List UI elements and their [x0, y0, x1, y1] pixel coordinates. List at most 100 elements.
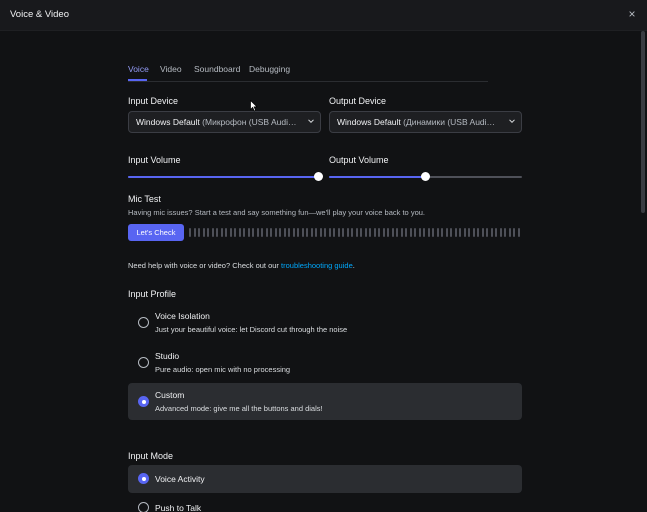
help-text-suffix: . [352, 261, 355, 270]
meter-bar [279, 228, 281, 237]
meter-bar [414, 228, 416, 237]
meter-bar [211, 228, 214, 237]
meter-bar [328, 228, 331, 237]
profile-option-studio[interactable]: Studio Pure audio: open mic with no proc… [128, 345, 522, 381]
radio-voice-isolation[interactable] [138, 317, 149, 328]
meter-bar [427, 228, 430, 237]
output-device-detail: (Динамики (USB Audi… [403, 117, 496, 127]
meter-bar [454, 228, 457, 237]
meter-bar [225, 228, 227, 237]
meter-bar [261, 228, 263, 237]
meter-bar [288, 228, 290, 237]
active-tab-indicator [128, 79, 147, 81]
input-volume-label: Input Volume [128, 155, 181, 165]
mode-option-push-to-talk[interactable]: Push to Talk [128, 496, 522, 512]
meter-bar [481, 228, 484, 237]
meter-bar [369, 228, 371, 237]
meter-bar [333, 228, 335, 237]
meter-bar [265, 228, 268, 237]
input-volume-fill [128, 176, 318, 178]
meter-bar [409, 228, 412, 237]
input-device-value: Windows Default [136, 117, 200, 127]
meter-bar [319, 228, 322, 237]
meter-bar [346, 228, 349, 237]
scrollbar-thumb[interactable] [641, 31, 645, 213]
meter-bar [373, 228, 376, 237]
input-device-label: Input Device [128, 96, 179, 106]
output-device-select[interactable]: Windows Default (Динамики (USB Audi… [329, 111, 522, 133]
window-title: Voice & Video [10, 9, 69, 20]
output-device-value: Windows Default [337, 117, 401, 127]
meter-bar [297, 228, 299, 237]
tab-video[interactable]: Video [160, 64, 182, 74]
output-volume-label: Output Volume [329, 155, 389, 165]
help-text-body: Need help with voice or video? Check out… [128, 261, 282, 270]
troubleshooting-link[interactable]: troubleshooting guide [281, 261, 353, 270]
radio-push-to-talk[interactable] [138, 502, 149, 512]
meter-bar [238, 228, 241, 237]
radio-custom[interactable] [138, 396, 149, 407]
meter-bar [441, 228, 443, 237]
close-icon[interactable]: × [625, 7, 639, 21]
input-device-select[interactable]: Windows Default (Микрофон (USB Audi… [128, 111, 321, 133]
settings-tabs: Voice Video Soundboard Debugging [128, 64, 488, 82]
meter-bar [216, 228, 218, 237]
meter-bar [355, 228, 358, 237]
meter-bar [351, 228, 353, 237]
input-mode-title: Input Mode [128, 451, 174, 461]
meter-bar [450, 228, 452, 237]
meter-bar [342, 228, 344, 237]
mode-option-voice-activity[interactable]: Voice Activity [128, 465, 522, 493]
output-device-label: Output Device [329, 96, 387, 106]
meter-bar [207, 228, 209, 237]
chevron-down-icon [308, 119, 314, 124]
meter-bar [360, 228, 362, 237]
chevron-down-icon [509, 119, 515, 124]
radio-voice-activity[interactable] [138, 473, 149, 484]
meter-bar [504, 228, 506, 237]
mic-test-description: Having mic issues? Start a test and say … [128, 208, 425, 217]
output-volume-handle[interactable] [421, 172, 430, 181]
meter-bar [301, 228, 304, 237]
meter-bar [418, 228, 421, 237]
input-volume-handle[interactable] [313, 172, 323, 181]
profile-option-custom[interactable]: Custom Advanced mode: give me all the bu… [128, 383, 522, 420]
option-description: Just your beautiful voice: let Discord c… [155, 325, 348, 334]
meter-bar [198, 228, 200, 237]
radio-studio[interactable] [138, 357, 149, 368]
tab-voice[interactable]: Voice [128, 64, 149, 74]
meter-bar [283, 228, 286, 237]
meter-bar [382, 228, 385, 237]
meter-bar [220, 228, 223, 237]
input-profile-title: Input Profile [128, 289, 177, 299]
input-device-detail: (Микрофон (USB Audi… [202, 117, 297, 127]
meter-bar [243, 228, 245, 237]
profile-option-voice-isolation[interactable]: Voice Isolation Just your beautiful voic… [128, 305, 522, 341]
meter-bar [193, 228, 196, 237]
meter-bar [364, 228, 367, 237]
meter-bar [463, 228, 466, 237]
meter-bar [234, 228, 236, 237]
meter-bar [513, 228, 515, 237]
meter-bar [517, 228, 520, 237]
meter-bar [468, 228, 470, 237]
option-title: Push to Talk [155, 503, 202, 512]
meter-bar [310, 228, 313, 237]
meter-bar [486, 228, 488, 237]
lets-check-button[interactable]: Let's Check [128, 224, 184, 241]
option-title: Voice Activity [155, 474, 205, 484]
meter-bar [432, 228, 434, 237]
meter-bar [459, 228, 461, 237]
tab-soundboard[interactable]: Soundboard [194, 64, 240, 74]
meter-bar [229, 228, 232, 237]
meter-bar [423, 228, 425, 237]
tab-debugging[interactable]: Debugging [249, 64, 290, 74]
option-title: Studio [155, 351, 180, 361]
meter-bar [472, 228, 475, 237]
meter-bar [445, 228, 448, 237]
mic-level-meter [189, 228, 522, 237]
meter-bar [274, 228, 277, 237]
output-volume-fill [329, 176, 426, 178]
window-titlebar: Voice & Video × [0, 0, 647, 31]
meter-bar [337, 228, 340, 237]
